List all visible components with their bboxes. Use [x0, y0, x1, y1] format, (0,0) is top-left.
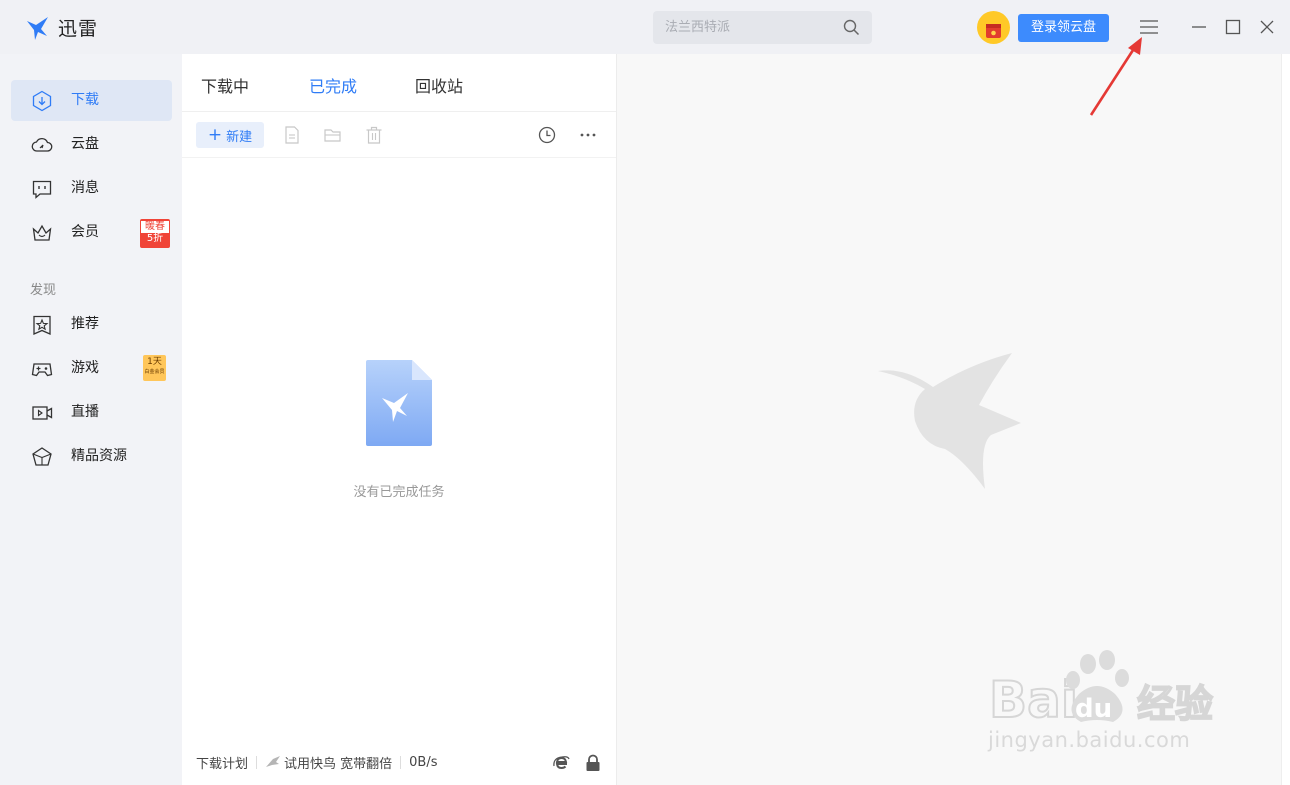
discover-section-title: 发现	[30, 283, 57, 298]
promo-badge: 1天 白金会员	[143, 355, 166, 381]
search-input[interactable]	[665, 11, 835, 44]
download-icon	[32, 90, 52, 112]
live-icon	[32, 406, 53, 420]
minimize-icon[interactable]	[1189, 17, 1209, 37]
badge-line: 白金会员	[144, 369, 165, 375]
crown-icon	[32, 224, 52, 241]
maximize-icon[interactable]	[1223, 17, 1243, 37]
badge-line: 1天	[147, 357, 162, 367]
message-icon	[32, 180, 52, 199]
sidebar-item-label: 会员	[71, 224, 99, 240]
gamepad-icon	[31, 363, 53, 377]
gift-icon[interactable]	[977, 11, 1010, 44]
lock-icon[interactable]	[585, 754, 601, 772]
sidebar: 下载 云盘 消息 会员 暖春 5折 发现 推荐 游戏 1天 白金会员 直播 精品…	[0, 54, 182, 785]
divider	[182, 157, 616, 158]
sidebar-item-label: 直播	[71, 404, 99, 420]
more-icon[interactable]	[578, 125, 598, 145]
tab-downloading[interactable]: 下载中	[201, 73, 249, 97]
new-task-label: 新建	[226, 129, 253, 145]
menu-icon[interactable]	[1139, 17, 1159, 37]
diamond-icon	[32, 447, 52, 466]
close-icon[interactable]	[1257, 17, 1277, 37]
app-title: 迅雷	[58, 18, 99, 40]
scrollbar[interactable]	[1281, 54, 1290, 785]
divider	[256, 755, 258, 769]
sidebar-item-download[interactable]: 下载	[11, 80, 172, 121]
status-bar: 下载计划 试用快鸟 宽带翻倍 0B/s	[196, 752, 438, 772]
sidebar-item-label: 云盘	[71, 136, 99, 152]
empty-file-icon	[366, 360, 432, 446]
sidebar-item-messages[interactable]: 消息	[11, 168, 172, 209]
task-panel: 下载中 已完成 回收站 + 新建 没有已完成任务 下载计划 试用快鸟 宽带翻倍 …	[182, 54, 617, 785]
sidebar-item-label: 下载	[71, 92, 99, 108]
trash-icon[interactable]	[364, 125, 384, 145]
sidebar-item-live[interactable]: 直播	[11, 392, 172, 433]
app-logo: 迅雷	[26, 14, 98, 41]
annotation-arrow	[1089, 37, 1142, 116]
speedup-link[interactable]: 试用快鸟 宽带翻倍	[284, 753, 392, 772]
empty-state-text: 没有已完成任务	[353, 485, 445, 500]
file-icon[interactable]	[282, 125, 302, 145]
search-icon[interactable]	[843, 19, 860, 36]
watermark-url: jingyan.baidu.com	[988, 728, 1191, 752]
clock-icon[interactable]	[537, 125, 557, 145]
divider	[400, 755, 402, 769]
svg-text:Bai: Bai	[989, 671, 1078, 729]
sidebar-item-premium[interactable]: 精品资源	[11, 436, 172, 477]
browser-icon[interactable]	[552, 754, 570, 772]
promo-badge: 暖春 5折	[140, 219, 170, 248]
sidebar-item-label: 精品资源	[71, 448, 127, 464]
sidebar-item-label: 游戏	[71, 360, 99, 376]
sidebar-item-label: 推荐	[71, 316, 99, 332]
download-speed: 0B/s	[409, 754, 438, 770]
tab-recycle-bin[interactable]: 回收站	[415, 73, 463, 97]
cloud-icon	[31, 138, 53, 152]
tab-completed[interactable]: 已完成	[309, 73, 357, 97]
new-task-button[interactable]: + 新建	[196, 122, 264, 148]
badge-line: 暖春	[141, 221, 169, 233]
download-plan-link[interactable]: 下载计划	[196, 753, 248, 772]
sidebar-item-games[interactable]: 游戏 1天 白金会员	[11, 348, 172, 389]
divider	[182, 111, 616, 112]
folder-icon[interactable]	[323, 125, 343, 145]
thunder-bird-watermark-icon	[878, 353, 1021, 489]
svg-text:经验: 经验	[1137, 682, 1213, 726]
bird-icon	[266, 756, 281, 767]
badge-line: 5折	[146, 233, 164, 244]
sidebar-item-label: 消息	[71, 180, 99, 196]
search-box[interactable]	[653, 11, 872, 44]
thunder-bird-icon	[27, 16, 48, 40]
star-icon	[33, 315, 51, 335]
sidebar-item-cloud[interactable]: 云盘	[11, 124, 172, 165]
plus-icon: +	[207, 124, 223, 145]
svg-text:du: du	[1075, 694, 1112, 724]
sidebar-item-vip[interactable]: 会员 暖春 5折	[11, 212, 172, 253]
sidebar-item-recommend[interactable]: 推荐	[11, 304, 172, 345]
